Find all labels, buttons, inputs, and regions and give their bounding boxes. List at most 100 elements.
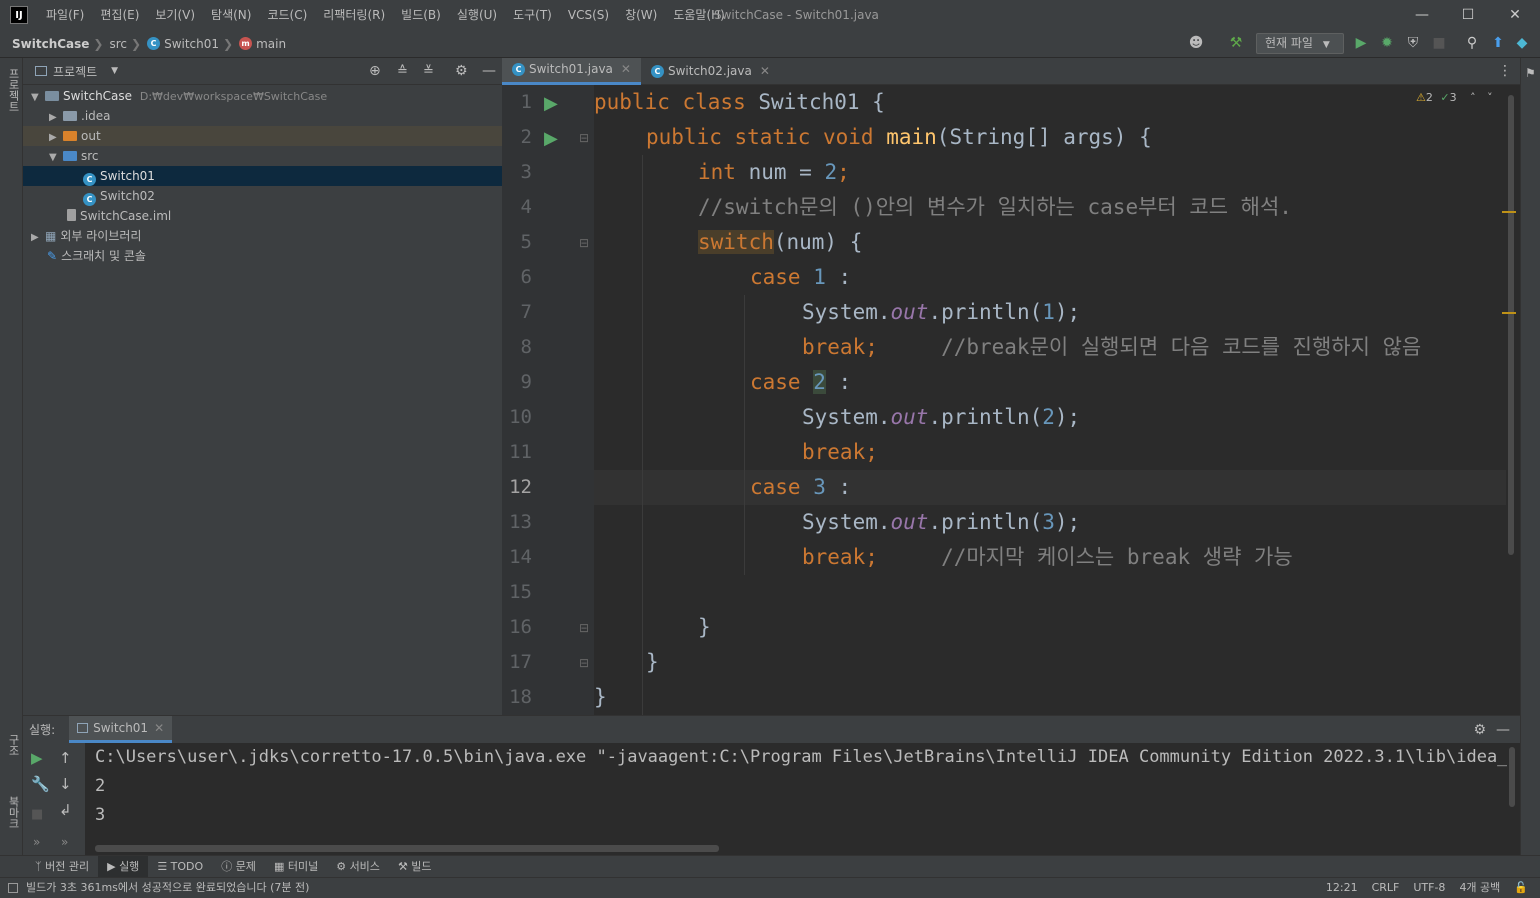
line-separator[interactable]: CRLF — [1372, 878, 1400, 898]
line-number: 3 — [520, 161, 532, 183]
tab-switch02[interactable]: C Switch02.java ✕ — [641, 58, 780, 85]
inspection-widget[interactable]: ⚠2 ✓3 ˄ ˅ — [1416, 91, 1493, 104]
user-icon[interactable]: ☻ — [1186, 33, 1206, 53]
horizontal-scrollbar[interactable] — [95, 845, 719, 852]
more-icon[interactable]: » — [33, 835, 40, 849]
scrollbar-thumb[interactable] — [1509, 747, 1515, 807]
breadcrumb-src[interactable]: src — [109, 37, 127, 51]
tree-item-idea[interactable]: ▶ .idea — [23, 106, 502, 126]
close-icon[interactable]: ✕ — [621, 56, 631, 83]
gear-icon[interactable]: ⚙ — [455, 63, 468, 79]
tool-terminal[interactable]: ▦ 터미널 — [265, 856, 327, 878]
gear-icon[interactable]: ⚙ — [1473, 722, 1486, 738]
expand-all-icon[interactable]: ≙ — [397, 64, 408, 79]
indent-setting[interactable]: 4개 공백 — [1459, 878, 1500, 898]
run-gutter-icon[interactable]: ▶ — [544, 128, 558, 149]
debug-icon[interactable]: ✹ — [1377, 33, 1397, 53]
scrollbar-thumb[interactable] — [1508, 95, 1514, 555]
code-editor[interactable]: public class Switch01 { public static vo… — [594, 85, 1506, 715]
project-tool-label[interactable]: 프로젝트 — [5, 68, 21, 112]
tree-item-iml[interactable]: SwitchCase.iml — [23, 206, 502, 226]
tab-switch01[interactable]: C Switch01.java ✕ — [502, 56, 641, 85]
breadcrumb-project[interactable]: SwitchCase — [12, 37, 89, 51]
tool-run[interactable]: ▶ 실행 — [98, 855, 149, 878]
menu-refactor[interactable]: 리팩터링(R) — [315, 0, 393, 30]
maximize-button[interactable]: ☐ — [1445, 0, 1491, 30]
tool-services[interactable]: ⚙ 서비스 — [327, 856, 389, 878]
layout-icon[interactable] — [8, 883, 18, 893]
tree-item-switch01[interactable]: C Switch01 — [23, 166, 502, 186]
search-icon[interactable]: ⚲ — [1462, 33, 1482, 53]
more-icon[interactable]: » — [61, 835, 68, 849]
menu-file[interactable]: 파일(F) — [38, 0, 92, 30]
minimize-button[interactable]: — — [1399, 0, 1445, 30]
console-output[interactable]: C:\Users\user\.jdks\corretto-17.0.5\bin\… — [85, 743, 1507, 855]
stop-icon[interactable]: ■ — [1429, 33, 1449, 53]
run-configuration-select[interactable]: 현재 파일 ▼ — [1256, 33, 1344, 54]
breadcrumb-method[interactable]: main — [256, 37, 286, 51]
build-hammer-icon[interactable]: ⚒ — [1226, 33, 1246, 53]
menu-navigate[interactable]: 탐색(N) — [203, 0, 259, 30]
collapse-all-icon[interactable]: ≚ — [423, 64, 434, 79]
tree-item-switch02[interactable]: C Switch02 — [23, 186, 502, 206]
wrench-icon[interactable]: 🔧 — [31, 775, 50, 793]
tree-item-src[interactable]: ▼ src — [23, 146, 502, 166]
console-scrollbar[interactable] — [1507, 743, 1520, 855]
menu-build[interactable]: 빌드(B) — [393, 0, 449, 30]
chevron-up-icon[interactable]: ˄ — [1470, 91, 1476, 104]
chevron-down-icon[interactable]: ▼ — [111, 66, 118, 76]
stop-icon[interactable]: ■ — [31, 807, 43, 822]
tree-item-root[interactable]: ▼ SwitchCase D:₩dev₩workspace₩SwitchCase — [23, 86, 502, 106]
caret-position[interactable]: 12:21 — [1326, 878, 1358, 898]
menu-vcs[interactable]: VCS(S) — [560, 0, 617, 30]
menu-window[interactable]: 창(W) — [617, 0, 665, 30]
run-tab-switch01[interactable]: Switch01 ✕ — [69, 716, 173, 743]
run-gutter-icon[interactable]: ▶ — [544, 93, 558, 114]
file-encoding[interactable]: UTF-8 — [1413, 878, 1445, 898]
arrow-down-icon[interactable]: ↓ — [59, 775, 72, 793]
structure-tool-label[interactable]: 구조 — [5, 734, 21, 756]
hide-icon[interactable]: — — [482, 63, 496, 79]
hide-icon[interactable]: — — [1496, 722, 1510, 738]
menu-code[interactable]: 코드(C) — [259, 0, 315, 30]
tree-item-scratches[interactable]: ✎ 스크래치 및 콘솔 — [23, 246, 502, 266]
tree-item-label: out — [81, 129, 101, 143]
update-icon[interactable]: ⬆ — [1488, 33, 1508, 53]
coverage-icon[interactable]: ⛨ — [1403, 33, 1423, 53]
fold-icon[interactable]: ⊟ — [579, 131, 589, 145]
more-icon[interactable]: ⋮ — [1498, 63, 1512, 79]
chevron-down-icon[interactable]: ˅ — [1487, 91, 1493, 104]
fold-icon[interactable]: ⊟ — [579, 656, 589, 670]
close-icon[interactable]: ✕ — [154, 721, 164, 735]
close-button[interactable]: ✕ — [1492, 0, 1538, 30]
run-icon[interactable]: ▶ — [1351, 33, 1371, 53]
tool-todo[interactable]: ☰ TODO — [148, 856, 212, 878]
locate-icon[interactable]: ⊕ — [369, 63, 381, 79]
notifications-icon[interactable]: ⚑ — [1525, 66, 1536, 80]
close-icon[interactable]: ✕ — [760, 58, 770, 85]
jetbrains-toolbox-icon[interactable]: ◆ — [1512, 33, 1532, 53]
menu-edit[interactable]: 편집(E) — [92, 0, 147, 30]
menu-tools[interactable]: 도구(T) — [505, 0, 560, 30]
project-panel-title[interactable]: 프로젝트 — [53, 63, 97, 80]
tree-item-external-libraries[interactable]: ▶ ▦ 외부 라이브러리 — [23, 226, 502, 246]
tree-item-out[interactable]: ▶ out — [23, 126, 502, 146]
bookmarks-tool-label[interactable]: 북마크 — [5, 796, 21, 829]
soft-wrap-icon[interactable]: ↲ — [59, 801, 72, 819]
tool-build[interactable]: ⚒ 빌드 — [389, 856, 441, 878]
menu-view[interactable]: 보기(V) — [147, 0, 203, 30]
java-class-icon: C — [512, 63, 525, 76]
breadcrumb-class[interactable]: Switch01 — [164, 37, 219, 51]
warning-marker[interactable] — [1502, 211, 1516, 213]
arrow-up-icon[interactable]: ↑ — [59, 749, 72, 767]
warning-marker[interactable] — [1502, 312, 1516, 314]
editor-scrollbar[interactable] — [1502, 85, 1520, 715]
fold-icon[interactable]: ⊟ — [579, 621, 589, 635]
tool-version-control[interactable]: ᛉ 버전 관리 — [26, 856, 98, 878]
menu-run[interactable]: 실행(U) — [449, 0, 505, 30]
rerun-icon[interactable]: ▶ — [31, 749, 43, 767]
status-message[interactable]: 빌드가 3초 361ms에서 성공적으로 완료되었습니다 (7분 전) — [26, 878, 309, 898]
tool-problems[interactable]: ⓘ 문제 — [212, 856, 265, 878]
lock-icon[interactable]: 🔓 — [1514, 878, 1528, 898]
fold-icon[interactable]: ⊟ — [579, 236, 589, 250]
